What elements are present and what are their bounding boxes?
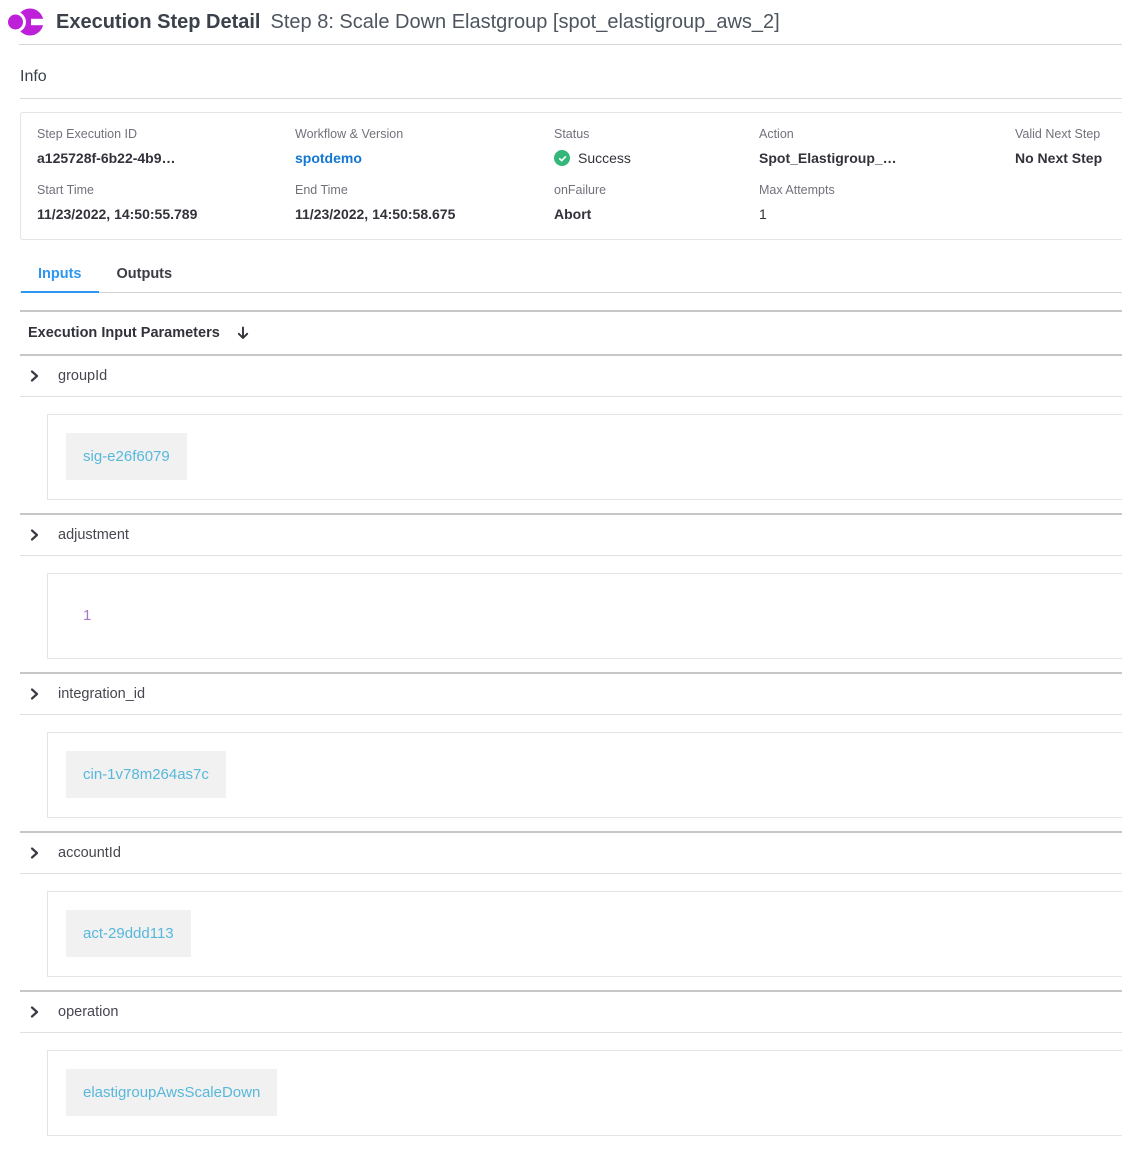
tab-inputs[interactable]: Inputs xyxy=(21,256,99,293)
parameter-section-accountid: accountId act-29ddd113 xyxy=(20,831,1122,990)
parameter-value: elastigroupAwsScaleDown xyxy=(66,1069,277,1116)
section-body: act-29ddd113 xyxy=(20,873,1122,990)
field-value: a125728f-6b22-4b9… xyxy=(37,150,295,166)
field-onfailure: onFailure Abort xyxy=(554,183,759,222)
field-label: End Time xyxy=(295,183,554,197)
parameter-value: 1 xyxy=(66,592,108,639)
parameter-name: groupId xyxy=(58,368,107,384)
parameter-section-integration-id: integration_id cin-1v78m264as7c xyxy=(20,672,1122,831)
value-panel: cin-1v78m264as7c xyxy=(47,732,1122,818)
field-label: Action xyxy=(759,127,1015,141)
parameter-value: cin-1v78m264as7c xyxy=(66,751,226,798)
field-label: Step Execution ID xyxy=(37,127,295,141)
field-action: Action Spot_Elastigroup_… xyxy=(759,127,1015,166)
tab-bar: Inputs Outputs xyxy=(20,256,1122,293)
parameter-section-operation: operation elastigroupAwsScaleDown xyxy=(20,990,1122,1149)
execution-input-parameters-header: Execution Input Parameters xyxy=(20,310,1122,354)
parameter-value: sig-e26f6079 xyxy=(66,433,187,480)
chevron-right-icon xyxy=(27,528,41,542)
field-max-attempts: Max Attempts 1 xyxy=(759,183,1015,222)
field-label: Start Time xyxy=(37,183,295,197)
field-status: Status Success xyxy=(554,127,759,166)
section-header-operation[interactable]: operation xyxy=(20,990,1122,1032)
section-header-groupid[interactable]: groupId xyxy=(20,354,1122,396)
parameters-heading: Execution Input Parameters xyxy=(28,325,220,341)
parameter-name: accountId xyxy=(58,845,121,861)
chevron-right-icon xyxy=(27,369,41,383)
value-panel: act-29ddd113 xyxy=(47,891,1122,977)
section-body: sig-e26f6079 xyxy=(20,396,1122,513)
parameter-section-groupid: groupId sig-e26f6079 xyxy=(20,354,1122,513)
app-header: Execution Step Detail Step 8: Scale Down… xyxy=(0,0,1122,44)
info-section-heading: Info xyxy=(20,45,1122,98)
field-value: No Next Step xyxy=(1015,150,1122,166)
parameter-name: adjustment xyxy=(58,527,129,543)
field-label: Valid Next Step xyxy=(1015,127,1122,141)
field-value: 11/23/2022, 14:50:55.789 xyxy=(37,206,295,222)
divider xyxy=(20,98,1122,99)
field-value: Spot_Elastigroup_… xyxy=(759,150,1015,166)
field-step-execution-id: Step Execution ID a125728f-6b22-4b9… xyxy=(37,127,295,166)
field-value: 11/23/2022, 14:50:58.675 xyxy=(295,206,554,222)
parameter-value: act-29ddd113 xyxy=(66,910,191,957)
field-label: Workflow & Version xyxy=(295,127,554,141)
field-label: Max Attempts xyxy=(759,183,1015,197)
field-value: Abort xyxy=(554,206,759,222)
field-value: 1 xyxy=(759,206,1015,222)
field-workflow-version: Workflow & Version spotdemo xyxy=(295,127,554,166)
workflow-link[interactable]: spotdemo xyxy=(295,150,554,166)
collapse-all-arrow-icon[interactable] xyxy=(235,325,251,341)
chevron-right-icon xyxy=(27,687,41,701)
chevron-right-icon xyxy=(27,1005,41,1019)
field-label: Status xyxy=(554,127,759,141)
status-badge: Success xyxy=(554,150,759,166)
tab-outputs[interactable]: Outputs xyxy=(100,256,190,292)
parameter-name: operation xyxy=(58,1004,118,1020)
section-header-accountid[interactable]: accountId xyxy=(20,831,1122,873)
status-text: Success xyxy=(578,150,631,166)
field-label: onFailure xyxy=(554,183,759,197)
section-body: 1 xyxy=(20,555,1122,672)
section-header-adjustment[interactable]: adjustment xyxy=(20,513,1122,555)
spot-logo-icon xyxy=(8,7,44,37)
section-header-integration-id[interactable]: integration_id xyxy=(20,672,1122,714)
chevron-right-icon xyxy=(27,846,41,860)
parameter-section-adjustment: adjustment 1 xyxy=(20,513,1122,672)
page-subtitle: Step 8: Scale Down Elastgroup [spot_elas… xyxy=(271,11,780,34)
value-panel: 1 xyxy=(47,573,1122,659)
value-panel: elastigroupAwsScaleDown xyxy=(47,1050,1122,1136)
value-panel: sig-e26f6079 xyxy=(47,414,1122,500)
page-title: Execution Step Detail xyxy=(56,11,261,34)
field-valid-next-step: Valid Next Step No Next Step xyxy=(1015,127,1122,166)
info-card: Step Execution ID a125728f-6b22-4b9… Wor… xyxy=(20,112,1122,240)
section-body: cin-1v78m264as7c xyxy=(20,714,1122,831)
parameter-name: integration_id xyxy=(58,686,145,702)
section-body: elastigroupAwsScaleDown xyxy=(20,1032,1122,1149)
field-start-time: Start Time 11/23/2022, 14:50:55.789 xyxy=(37,183,295,222)
field-end-time: End Time 11/23/2022, 14:50:58.675 xyxy=(295,183,554,222)
success-check-icon xyxy=(554,150,570,166)
